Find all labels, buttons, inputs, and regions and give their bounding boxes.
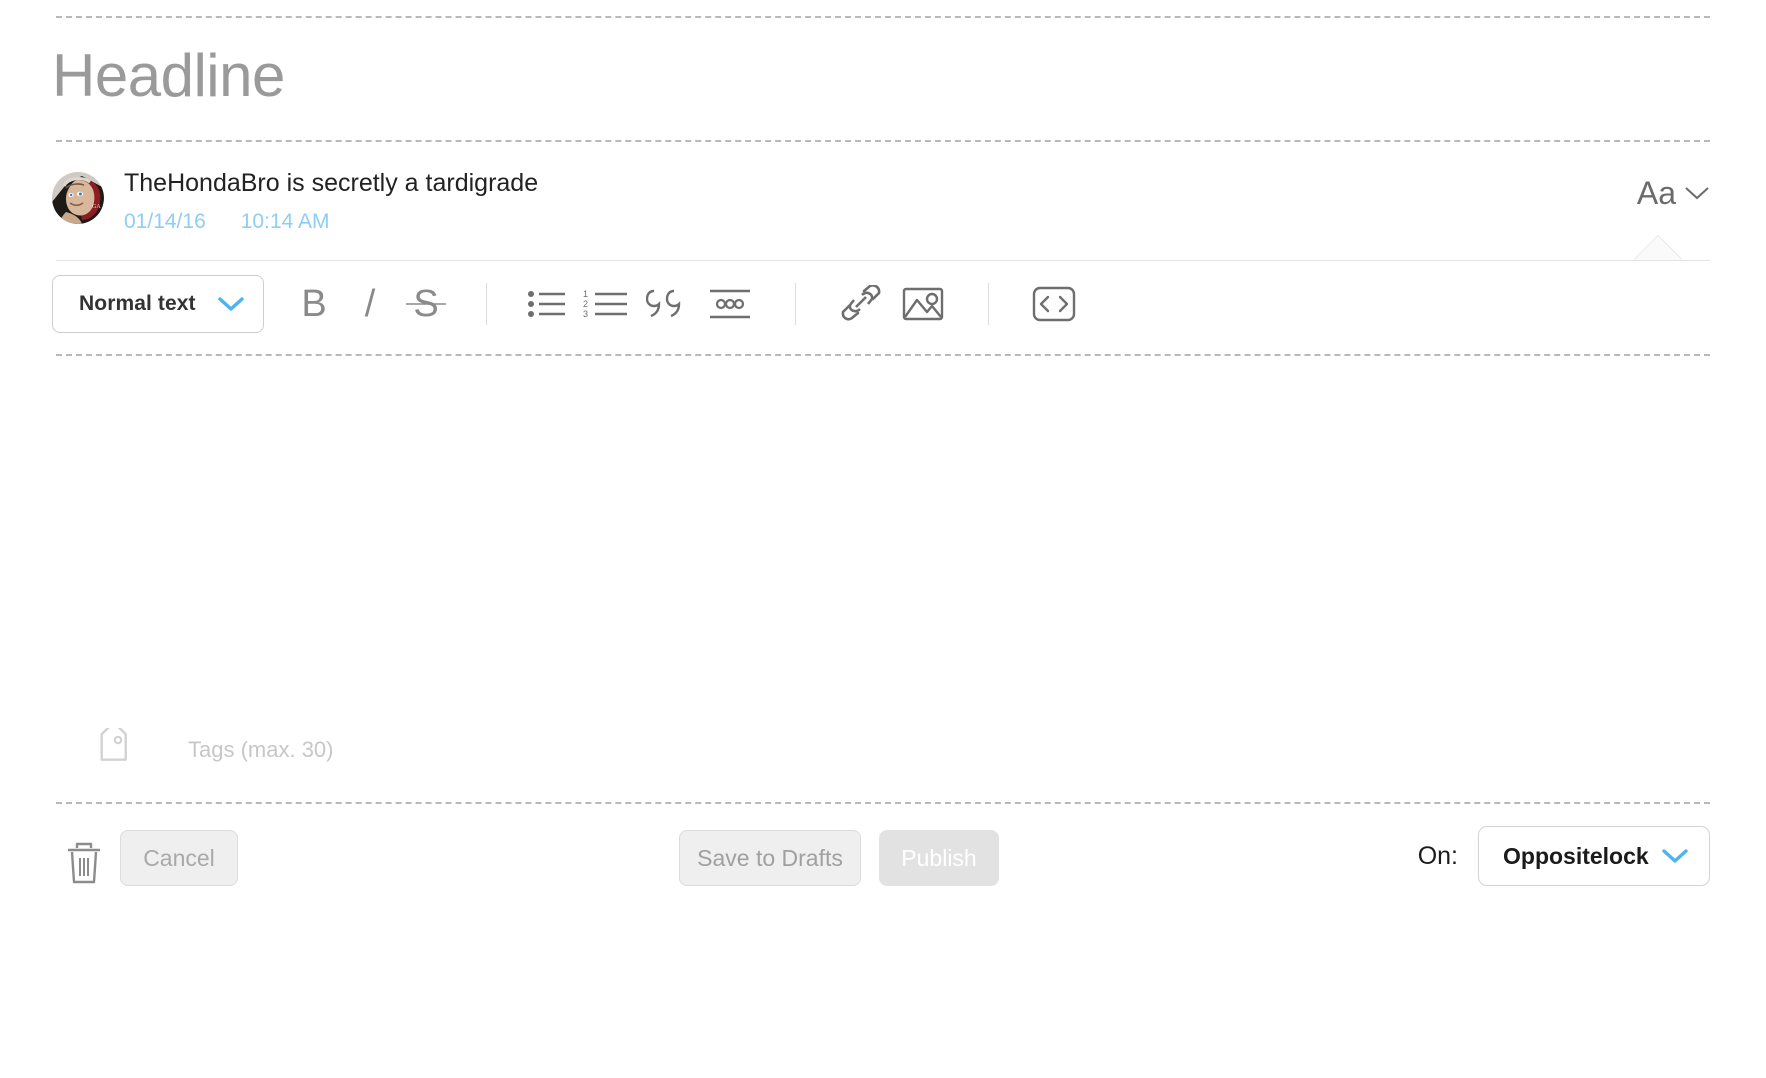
divider-top [56, 16, 1710, 18]
tags-row[interactable]: Tags (max. 30) [94, 721, 334, 771]
divider-footer [56, 802, 1710, 804]
headline-input[interactable]: Headline [52, 38, 285, 114]
toolbar-separator [486, 283, 487, 325]
svg-text:2: 2 [583, 299, 588, 309]
strikethrough-icon[interactable]: S [398, 276, 454, 332]
text-style-value: Normal text [79, 292, 196, 315]
font-size-control[interactable]: Aa [1637, 176, 1710, 210]
blog-select-value: Oppositelock [1503, 842, 1649, 869]
svg-text:3: 3 [583, 309, 588, 319]
text-style-select[interactable]: Normal text [52, 275, 264, 333]
footer-bar: Cancel Save to Drafts Publish On: Opposi… [0, 824, 1766, 934]
blockquote-icon[interactable] [637, 276, 699, 332]
image-icon[interactable] [892, 276, 954, 332]
toolbar-caret-icon [1634, 236, 1682, 260]
code-icon[interactable] [1023, 276, 1085, 332]
byline: TheHondaBro is secretly a tardigrade [124, 169, 539, 197]
numbered-list-icon[interactable]: 1 2 3 [575, 276, 637, 332]
link-icon[interactable] [830, 276, 892, 332]
divider-author [56, 260, 1710, 261]
divider-icon[interactable] [699, 276, 761, 332]
publish-target-group: On: Oppositelock [1418, 826, 1710, 886]
toolbar-separator [795, 283, 796, 325]
chevron-down-icon [1661, 847, 1689, 865]
cancel-button[interactable]: Cancel [120, 830, 238, 886]
formatting-toolbar: Normal text B / S 1 2 3 [52, 274, 1085, 334]
chevron-down-icon [1684, 185, 1710, 201]
bold-icon[interactable]: B [286, 276, 342, 332]
italic-icon[interactable]: / [342, 276, 398, 332]
on-label: On: [1417, 841, 1458, 870]
toolbar-separator [988, 283, 989, 325]
svg-text:GA: GA [92, 204, 101, 210]
post-date[interactable]: 01/14/16 [124, 210, 206, 234]
author-row: GA TheHondaBro is secretly a tardigrade … [52, 168, 538, 234]
tags-input[interactable]: Tags (max. 30) [188, 737, 334, 763]
svg-text:1: 1 [583, 289, 588, 299]
post-meta: 01/14/16 10:14 AM [124, 210, 538, 234]
avatar[interactable]: GA [52, 172, 104, 224]
trash-icon[interactable] [64, 842, 104, 886]
tag-icon [94, 721, 134, 771]
divider-headline [56, 140, 1710, 142]
post-editor: Headline GA TheHondaBro is secretly a ta… [0, 0, 1766, 1078]
divider-toolbar [56, 354, 1710, 356]
chevron-down-icon [217, 295, 245, 313]
author-text: TheHondaBro is secretly a tardigrade 01/… [124, 168, 538, 234]
body-editor[interactable] [56, 366, 1710, 706]
font-size-label: Aa [1636, 175, 1676, 211]
blog-select[interactable]: Oppositelock [1478, 826, 1710, 886]
bulleted-list-icon[interactable] [519, 276, 575, 332]
post-time[interactable]: 10:14 AM [241, 210, 330, 234]
save-to-drafts-button[interactable]: Save to Drafts [679, 830, 861, 886]
publish-button[interactable]: Publish [879, 830, 999, 886]
